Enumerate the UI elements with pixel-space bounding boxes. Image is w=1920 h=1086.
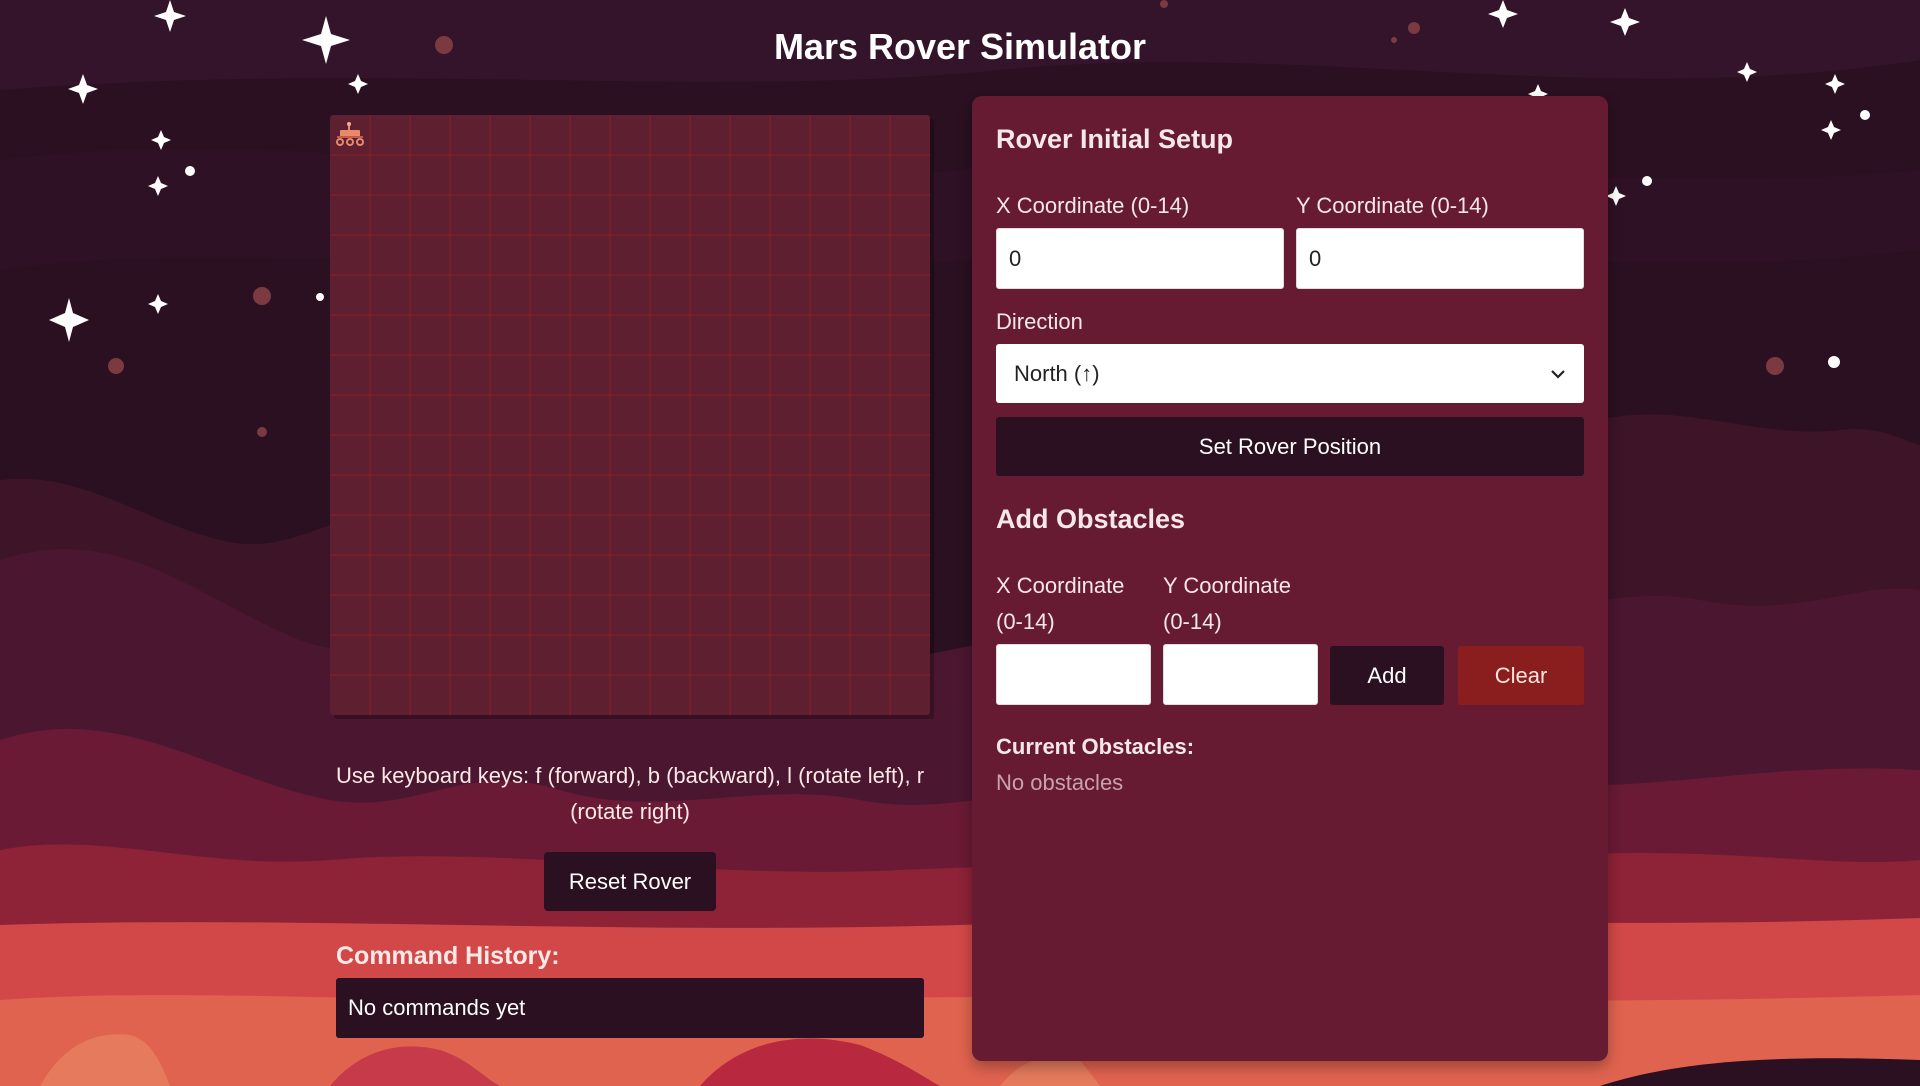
direction-label: Direction [996,309,1083,334]
setup-y-input[interactable] [1296,228,1584,289]
obstacle-y-label-line1: Y Coordinate [1163,573,1292,598]
no-obstacles-text: No obstacles [996,770,1124,795]
page-title: Mars Rover Simulator [773,26,1147,67]
obstacle-x-label-line1: X Coordinate [996,573,1125,598]
direction-select[interactable]: North (↑) [996,344,1584,403]
command-history-box: No commands yet [336,978,924,1038]
set-rover-position-button[interactable]: Set Rover Position [996,417,1584,476]
mars-landscape-background [0,0,1920,1086]
setup-x-label: X Coordinate (0-14) [996,193,1190,218]
chevron-down-icon [1551,369,1565,379]
rover-icon [330,115,370,155]
direction-selected: North (↑) [1014,360,1100,386]
obstacle-y-input[interactable] [1163,644,1318,705]
setup-x-input[interactable] [996,228,1284,289]
clear-obstacles-button[interactable]: Clear [1458,646,1584,705]
obstacles-heading: Add Obstacles [996,504,1186,534]
reset-rover-button[interactable]: Reset Rover [544,852,716,911]
setup-heading: Rover Initial Setup [996,124,1234,154]
command-history-label: Command History: [336,942,560,970]
grid-lines [330,115,930,715]
keyboard-hint: Use keyboard keys: f (forward), b (backw… [335,763,925,824]
add-obstacle-button[interactable]: Add [1330,646,1444,705]
obstacle-x-input[interactable] [996,644,1151,705]
rover-grid[interactable] [330,115,930,715]
control-panel: Rover Initial Setup X Coordinate (0-14) … [972,96,1608,1061]
obstacle-x-label-line2: (0-14) [996,609,1055,634]
current-obstacles-label: Current Obstacles: [996,734,1195,759]
obstacle-y-label-line2: (0-14) [1163,609,1222,634]
command-history-empty: No commands yet [348,995,526,1020]
setup-y-label: Y Coordinate (0-14) [1296,193,1489,218]
